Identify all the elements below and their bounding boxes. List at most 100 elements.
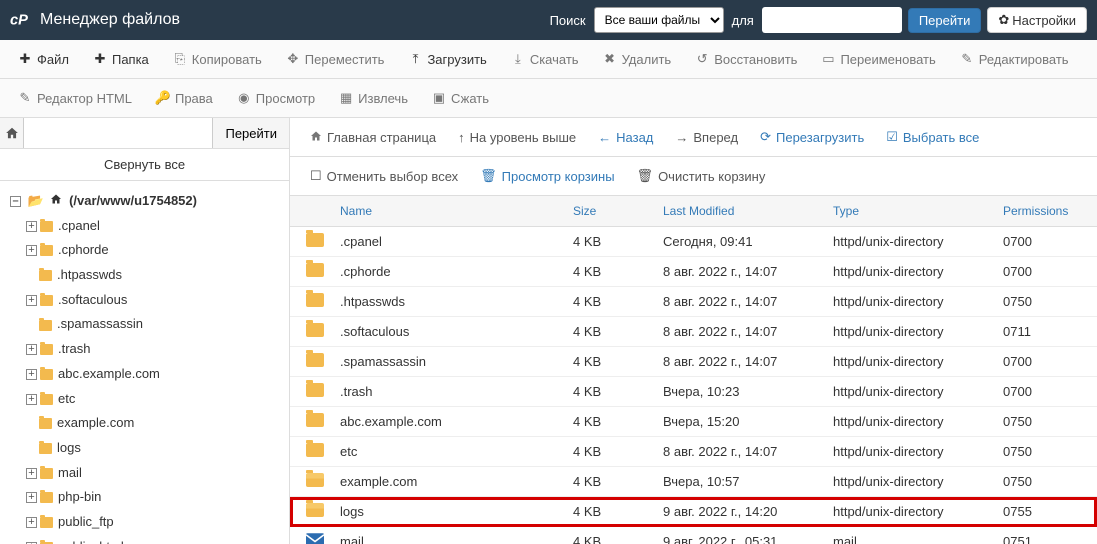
folder-icon: [40, 517, 53, 528]
nav-back-label: Назад: [616, 130, 653, 145]
tree-node[interactable]: .spamassassin: [4, 312, 285, 337]
home-button[interactable]: [0, 118, 24, 148]
reload-icon: ⟳: [760, 129, 771, 145]
app-title: Менеджер файлов: [40, 11, 180, 29]
tree-node[interactable]: +mail: [4, 461, 285, 486]
folder-btn[interactable]: ✚Папка: [83, 46, 159, 72]
expand-toggle[interactable]: +: [26, 221, 37, 232]
expand-toggle[interactable]: +: [26, 492, 37, 503]
expand-toggle[interactable]: +: [26, 517, 37, 528]
col-perms-header[interactable]: Permissions: [997, 204, 1087, 218]
extract-btn[interactable]: ▦Извлечь: [329, 85, 418, 111]
table-row[interactable]: example.com4 KBВчера, 10:57httpd/unix-di…: [290, 467, 1097, 497]
tree-node[interactable]: +.cpanel: [4, 214, 285, 239]
table-row[interactable]: etc4 KB8 авг. 2022 г., 14:07httpd/unix-d…: [290, 437, 1097, 467]
table-row[interactable]: abc.example.com4 KBВчера, 15:20httpd/uni…: [290, 407, 1097, 437]
tree-node[interactable]: .htpasswds: [4, 263, 285, 288]
nav-select-all-label: Выбрать все: [903, 130, 979, 145]
delete-btn[interactable]: ✖Удалить: [593, 46, 682, 72]
download-btn[interactable]: ⤓Скачать: [501, 46, 589, 72]
html-editor-btn[interactable]: ✎Редактор HTML: [8, 85, 142, 111]
expand-toggle[interactable]: +: [26, 295, 37, 306]
tree-node[interactable]: example.com: [4, 411, 285, 436]
collapse-all-button[interactable]: Свернуть все: [0, 149, 289, 181]
cell-size: 4 KB: [567, 444, 657, 459]
tree-node[interactable]: +.trash: [4, 337, 285, 362]
nav-reload-button[interactable]: ⟳Перезагрузить: [750, 124, 874, 150]
search-input[interactable]: [762, 7, 902, 33]
download-btn-label: Скачать: [530, 52, 579, 67]
tree-node-label: .cphorde: [58, 242, 109, 257]
table-row[interactable]: .htpasswds4 KB8 авг. 2022 г., 14:07httpd…: [290, 287, 1097, 317]
search-go-button[interactable]: Перейти: [908, 8, 982, 33]
table-row[interactable]: .cphorde4 KB8 авг. 2022 г., 14:07httpd/u…: [290, 257, 1097, 287]
expand-toggle[interactable]: +: [26, 394, 37, 405]
cell-type: httpd/unix-directory: [827, 384, 997, 399]
nav-home-button[interactable]: Главная страница: [300, 125, 446, 150]
nav-empty-trash-button[interactable]: 🗑Очистить корзину: [627, 163, 776, 189]
tree-node[interactable]: +.softaculous: [4, 288, 285, 313]
tree-node[interactable]: + .cphorde: [4, 238, 285, 263]
nav-forward-button[interactable]: →Вперед: [665, 125, 748, 150]
view-btn[interactable]: ◉Просмотр: [227, 85, 325, 111]
edit-btn[interactable]: ✎Редактировать: [950, 46, 1079, 72]
col-type-header[interactable]: Type: [827, 204, 997, 218]
move-btn[interactable]: ✥Переместить: [276, 46, 395, 72]
nav-back-button[interactable]: ←Назад: [588, 125, 663, 150]
path-input[interactable]: [24, 118, 212, 148]
expand-toggle[interactable]: +: [26, 369, 37, 380]
expand-toggle[interactable]: +: [26, 245, 37, 256]
col-modified-header[interactable]: Last Modified: [657, 204, 827, 218]
col-size-header[interactable]: Size: [567, 204, 657, 218]
table-row[interactable]: .softaculous4 KB8 авг. 2022 г., 14:07htt…: [290, 317, 1097, 347]
rename-btn[interactable]: ▭Переименовать: [811, 46, 945, 72]
restore-btn-icon: ↺: [695, 51, 709, 67]
expand-toggle[interactable]: +: [26, 468, 37, 479]
expand-toggle[interactable]: –: [10, 196, 21, 207]
compress-btn[interactable]: ▣Сжать: [422, 85, 499, 111]
cell-type: httpd/unix-directory: [827, 264, 997, 279]
table-row[interactable]: .spamassassin4 KB8 авг. 2022 г., 14:07ht…: [290, 347, 1097, 377]
cell-size: 4 KB: [567, 324, 657, 339]
table-row[interactable]: .trash4 KBВчера, 10:23httpd/unix-directo…: [290, 377, 1097, 407]
cell-name: example.com: [334, 474, 567, 489]
col-name-header[interactable]: Name: [334, 204, 567, 218]
table-row[interactable]: logs4 KB9 авг. 2022 г., 14:20httpd/unix-…: [290, 497, 1097, 527]
restore-btn[interactable]: ↺Восстановить: [685, 46, 807, 72]
arrow-right-icon: →: [675, 130, 688, 145]
settings-button[interactable]: ✿Настройки: [987, 7, 1087, 33]
perms-btn-label: Права: [175, 91, 213, 106]
tree-node[interactable]: +public_html: [4, 535, 285, 544]
tree-root[interactable]: – 📂 (/var/www/u1754852): [4, 189, 285, 214]
tree-node-label: public_ftp: [58, 514, 114, 529]
path-go-button[interactable]: Перейти: [212, 118, 289, 148]
compress-btn-icon: ▣: [432, 90, 446, 106]
folder-open-icon: [306, 473, 324, 487]
nav-deselect-button[interactable]: ☐Отменить выбор всех: [300, 163, 468, 189]
view-btn-label: Просмотр: [256, 91, 315, 106]
perms-btn[interactable]: 🔑Права: [146, 85, 223, 111]
cell-type: httpd/unix-directory: [827, 294, 997, 309]
cell-size: 4 KB: [567, 384, 657, 399]
nav-up-button[interactable]: ↑На уровень выше: [448, 125, 586, 150]
nav-view-trash-button[interactable]: 🗑Просмотр корзины: [470, 163, 624, 189]
nav-select-all-button[interactable]: ☑Выбрать все: [876, 124, 989, 150]
cell-modified: 8 авг. 2022 г., 14:07: [657, 264, 827, 279]
cell-modified: Сегодня, 09:41: [657, 234, 827, 249]
tree-node[interactable]: +php-bin: [4, 485, 285, 510]
copy-btn[interactable]: ⎘Копировать: [163, 46, 272, 72]
tree-node[interactable]: logs: [4, 436, 285, 461]
tree-node[interactable]: +abc.example.com: [4, 362, 285, 387]
tree-node[interactable]: +etc: [4, 387, 285, 412]
upload-btn[interactable]: ⤒Загрузить: [398, 46, 496, 72]
file-btn[interactable]: ✚Файл: [8, 46, 79, 72]
search-scope-select[interactable]: Все ваши файлы: [594, 7, 724, 33]
cell-perms: 0700: [997, 234, 1087, 249]
table-row[interactable]: .cpanel4 KBСегодня, 09:41httpd/unix-dire…: [290, 227, 1097, 257]
trash-icon: 🗑: [480, 168, 497, 184]
cell-name: etc: [334, 444, 567, 459]
tree-node[interactable]: + public_ftp: [4, 510, 285, 535]
expand-toggle[interactable]: +: [26, 344, 37, 355]
nav-up-label: На уровень выше: [470, 130, 577, 145]
cell-name: .cpanel: [334, 234, 567, 249]
